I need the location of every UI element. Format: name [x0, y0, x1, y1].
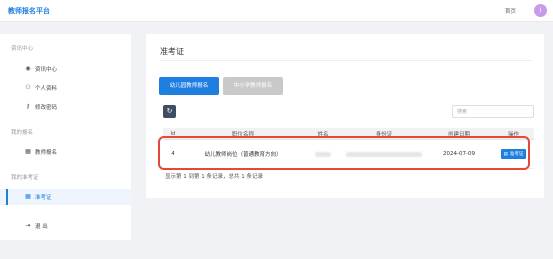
calendar-icon: ▦	[25, 193, 31, 200]
refresh-button[interactable]: ↻	[163, 105, 176, 118]
column-header-name[interactable]: 姓名	[303, 128, 343, 139]
sidebar-item-label: 资讯中心	[35, 67, 58, 73]
avatar[interactable]: I	[534, 4, 547, 17]
ticket-icon: ▤	[503, 151, 508, 157]
search-input[interactable]	[452, 105, 534, 118]
table-header: Id 职位名称 姓名 身份证 创建日期 操作	[163, 128, 534, 140]
user-circle-icon: ◉	[25, 65, 31, 72]
column-header-action: 操作	[507, 131, 519, 138]
app-title[interactable]: 教师报名平台	[8, 6, 50, 16]
divider	[160, 60, 532, 61]
sidebar-item-label: 修改密码	[35, 105, 58, 111]
main-panel: 准考证 幼儿园教师报名 中小学教师报名 ↻ Id 职位名称 姓名 身份证 创建日…	[146, 34, 544, 198]
refresh-icon: ↻	[166, 107, 173, 115]
calendar-icon: ▦	[25, 148, 31, 155]
column-header-date[interactable]: 创建日期	[425, 128, 493, 139]
cell-action: ▤ 准考证	[493, 140, 534, 168]
tab-kindergarten-registration[interactable]: 幼儿园教师报名	[159, 77, 219, 95]
column-header-id[interactable]: Id	[163, 128, 183, 139]
sidebar-item-change-password[interactable]: ⚷ 修改密码	[0, 99, 131, 115]
pagination-info: 显示第 1 到第 1 条记录，总共 1 条记录	[165, 174, 263, 180]
sidebar-section-info: 资讯中心	[11, 46, 34, 52]
cell-id-card-redacted	[343, 140, 425, 168]
cell-date: 2024-07-09	[443, 151, 475, 157]
person-icon: ⚇	[25, 84, 31, 91]
redacted-name	[315, 151, 331, 157]
column-header-job[interactable]: 职位名称	[183, 128, 303, 139]
key-icon: ⚷	[25, 103, 31, 110]
sidebar-section-admission: 我的准考证	[11, 175, 39, 181]
sidebar-item-label: 个人资料	[35, 86, 58, 92]
sidebar-item-profile[interactable]: ⚇ 个人资料	[0, 80, 131, 96]
home-link[interactable]: 首页	[505, 7, 516, 15]
logout-icon: ⇥	[25, 222, 31, 229]
cell-job: 幼儿教师岗位（普通教育方向）	[204, 152, 282, 158]
sidebar-item-logout[interactable]: ⇥ 退 出	[0, 218, 131, 234]
cell-name-redacted	[303, 140, 343, 168]
sidebar-item-label: 教师报名	[35, 150, 58, 156]
sidebar-item-info-center[interactable]: ◉ 资讯中心	[0, 61, 131, 77]
tab-school-registration[interactable]: 中小学教师报名	[223, 77, 283, 95]
page-title: 准考证	[160, 47, 184, 56]
redacted-id-card	[346, 151, 422, 157]
sidebar-item-teacher-registration[interactable]: ▦ 教师报名	[0, 144, 131, 160]
sidebar-item-admission-ticket[interactable]: ▦ 准考证	[0, 189, 131, 205]
sidebar: 资讯中心 ◉ 资讯中心 ⚇ 个人资料 ⚷ 修改密码 我的报名 ▦ 教师报名 我的…	[0, 34, 131, 240]
admission-ticket-label: 准考证	[509, 152, 524, 157]
column-header-id-card[interactable]: 身份证	[343, 128, 425, 139]
top-bar: 教师报名平台 首页 I	[0, 0, 553, 22]
admission-ticket-button[interactable]: ▤ 准考证	[500, 149, 527, 159]
cell-id: 4	[171, 151, 175, 157]
sidebar-section-registration: 我的报名	[11, 130, 34, 136]
sidebar-item-label: 准考证	[35, 195, 52, 201]
sidebar-item-label: 退 出	[35, 224, 48, 230]
table-row: 4 幼儿教师岗位（普通教育方向） 2024-07-09 ▤ 准考证	[163, 140, 534, 169]
